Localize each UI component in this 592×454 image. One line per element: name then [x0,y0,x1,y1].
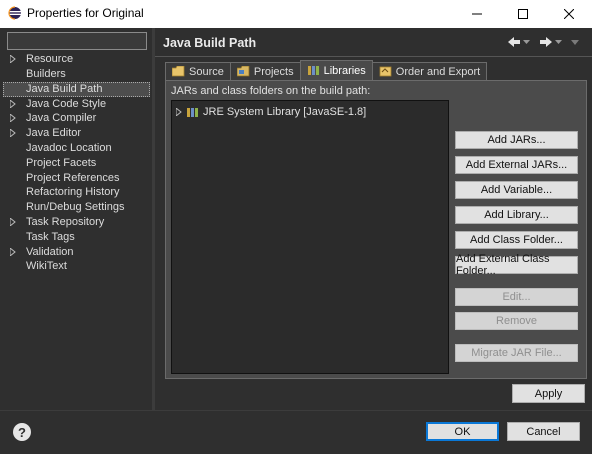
projects-icon [236,66,250,77]
sidebar-item-label: Resource [26,53,74,65]
title-divider [155,56,592,57]
list-label: JARs and class folders on the build path… [171,85,371,97]
sidebar: Resource Builders Java Build Path Java C… [0,28,153,410]
tab-label: Libraries [323,64,366,77]
expand-arrow-icon[interactable] [10,217,16,226]
sidebar-item-task-tags[interactable]: Task Tags [4,230,150,245]
add-external-jars-button[interactable]: Add External JARs... [455,156,578,174]
close-icon [564,9,574,19]
back-menu-button[interactable] [523,34,530,50]
sidebar-item-label: Task Repository [26,215,105,228]
sidebar-item-run-debug-settings[interactable]: Run/Debug Settings [4,200,150,215]
source-folder-icon [172,66,185,77]
expand-arrow-icon[interactable] [10,99,16,108]
sidebar-item-label: Builders [26,67,66,80]
forward-button[interactable] [539,34,553,50]
order-export-icon [379,66,392,77]
sidebar-item-javadoc-location[interactable]: Javadoc Location [4,141,150,156]
sidebar-item-label: Java Code Style [26,97,107,110]
build-path-list[interactable]: JRE System Library [JavaSE-1.8] [171,100,449,374]
sidebar-item-label: Javadoc Location [26,141,112,154]
main-panel: Java Build Path Source Projects Librarie… [155,28,592,410]
sidebar-item-refactoring-history[interactable]: Refactoring History [4,185,150,200]
tab-projects[interactable]: Projects [229,62,301,80]
add-external-class-folder-button[interactable]: Add External Class Folder... [455,253,578,277]
tab-source[interactable]: Source [165,62,231,80]
tab-strip: Source Projects Libraries Order and Expo… [165,60,488,80]
expand-arrow-icon[interactable] [176,108,182,116]
tab-label: Projects [253,65,294,78]
sidebar-item-label: Run/Debug Settings [26,201,125,214]
sidebar-item-label: Validation [26,245,74,258]
add-class-folder-button[interactable]: Add Class Folder... [455,231,578,249]
chevron-down-icon [571,39,579,45]
sidebar-item-project-facets[interactable]: Project Facets [4,156,150,171]
view-menu-button[interactable] [571,34,579,50]
sidebar-item-task-repository[interactable]: Task Repository [4,215,150,230]
dialog-footer: ? OK Cancel [0,410,592,454]
sidebar-item-label: Project Facets [26,156,97,169]
sidebar-item-java-editor[interactable]: Java Editor [4,126,150,141]
back-button[interactable] [507,34,521,50]
sidebar-item-project-references[interactable]: Project References [4,171,150,186]
sidebar-item-builders[interactable]: Builders [4,67,150,82]
sidebar-item-label: Task Tags [26,230,75,243]
minimize-icon [472,13,482,15]
migrate-jar-button[interactable]: Migrate JAR File... [455,344,578,362]
remove-button[interactable]: Remove [455,312,578,330]
sidebar-item-validation[interactable]: Validation [4,245,150,260]
sidebar-item-label: WikiText [26,260,67,273]
maximize-icon [518,9,528,19]
apply-button[interactable]: Apply [512,384,585,403]
ok-button[interactable]: OK [426,422,499,441]
library-icon [187,107,198,117]
sidebar-item-label: Java Compiler [26,112,97,125]
sidebar-item-label: Java Editor [26,127,82,140]
minimize-button[interactable] [454,0,500,28]
maximize-button[interactable] [500,0,546,28]
sidebar-tree: Resource Builders Java Build Path Java C… [3,52,150,274]
expand-arrow-icon[interactable] [10,247,16,256]
list-item-label: JRE System Library [JavaSE-1.8] [203,106,367,118]
sidebar-item-wikitext[interactable]: WikiText [4,259,150,274]
libraries-tab-panel: JARs and class folders on the build path… [165,80,587,379]
close-button[interactable] [546,0,592,28]
sidebar-item-label: Refactoring History [26,186,120,199]
edit-button[interactable]: Edit... [455,288,578,306]
add-jars-button[interactable]: Add JARs... [455,131,578,149]
sidebar-item-resource[interactable]: Resource [4,52,150,67]
tab-label: Order and Export [395,65,481,78]
expand-arrow-icon[interactable] [10,114,16,123]
filter-input[interactable] [7,32,147,50]
forward-menu-button[interactable] [555,34,562,50]
chevron-down-icon [555,39,562,44]
list-item[interactable]: JRE System Library [JavaSE-1.8] [176,105,366,119]
eclipse-icon [8,6,21,20]
page-title: Java Build Path [163,36,257,50]
sidebar-item-java-compiler[interactable]: Java Compiler [4,111,150,126]
window-title: Properties for Original [27,6,144,20]
expand-arrow-icon[interactable] [10,55,16,63]
add-variable-button[interactable]: Add Variable... [455,181,578,199]
sidebar-item-java-code-style[interactable]: Java Code Style [4,97,150,112]
chevron-down-icon [523,39,530,44]
tab-order-and-export[interactable]: Order and Export [371,62,488,80]
libraries-icon [307,66,319,75]
sidebar-item-label: Java Build Path [26,82,103,95]
sidebar-item-java-build-path[interactable]: Java Build Path [3,81,150,97]
tab-libraries[interactable]: Libraries [299,60,373,80]
title-bar: Properties for Original [0,0,592,29]
cancel-button[interactable]: Cancel [507,422,580,441]
sidebar-item-label: Project References [26,171,120,184]
expand-arrow-icon[interactable] [10,129,16,138]
tab-label: Source [189,65,224,78]
help-icon[interactable]: ? [13,423,31,441]
add-library-button[interactable]: Add Library... [455,206,578,224]
back-arrow-icon [508,37,520,47]
forward-arrow-icon [540,37,552,47]
